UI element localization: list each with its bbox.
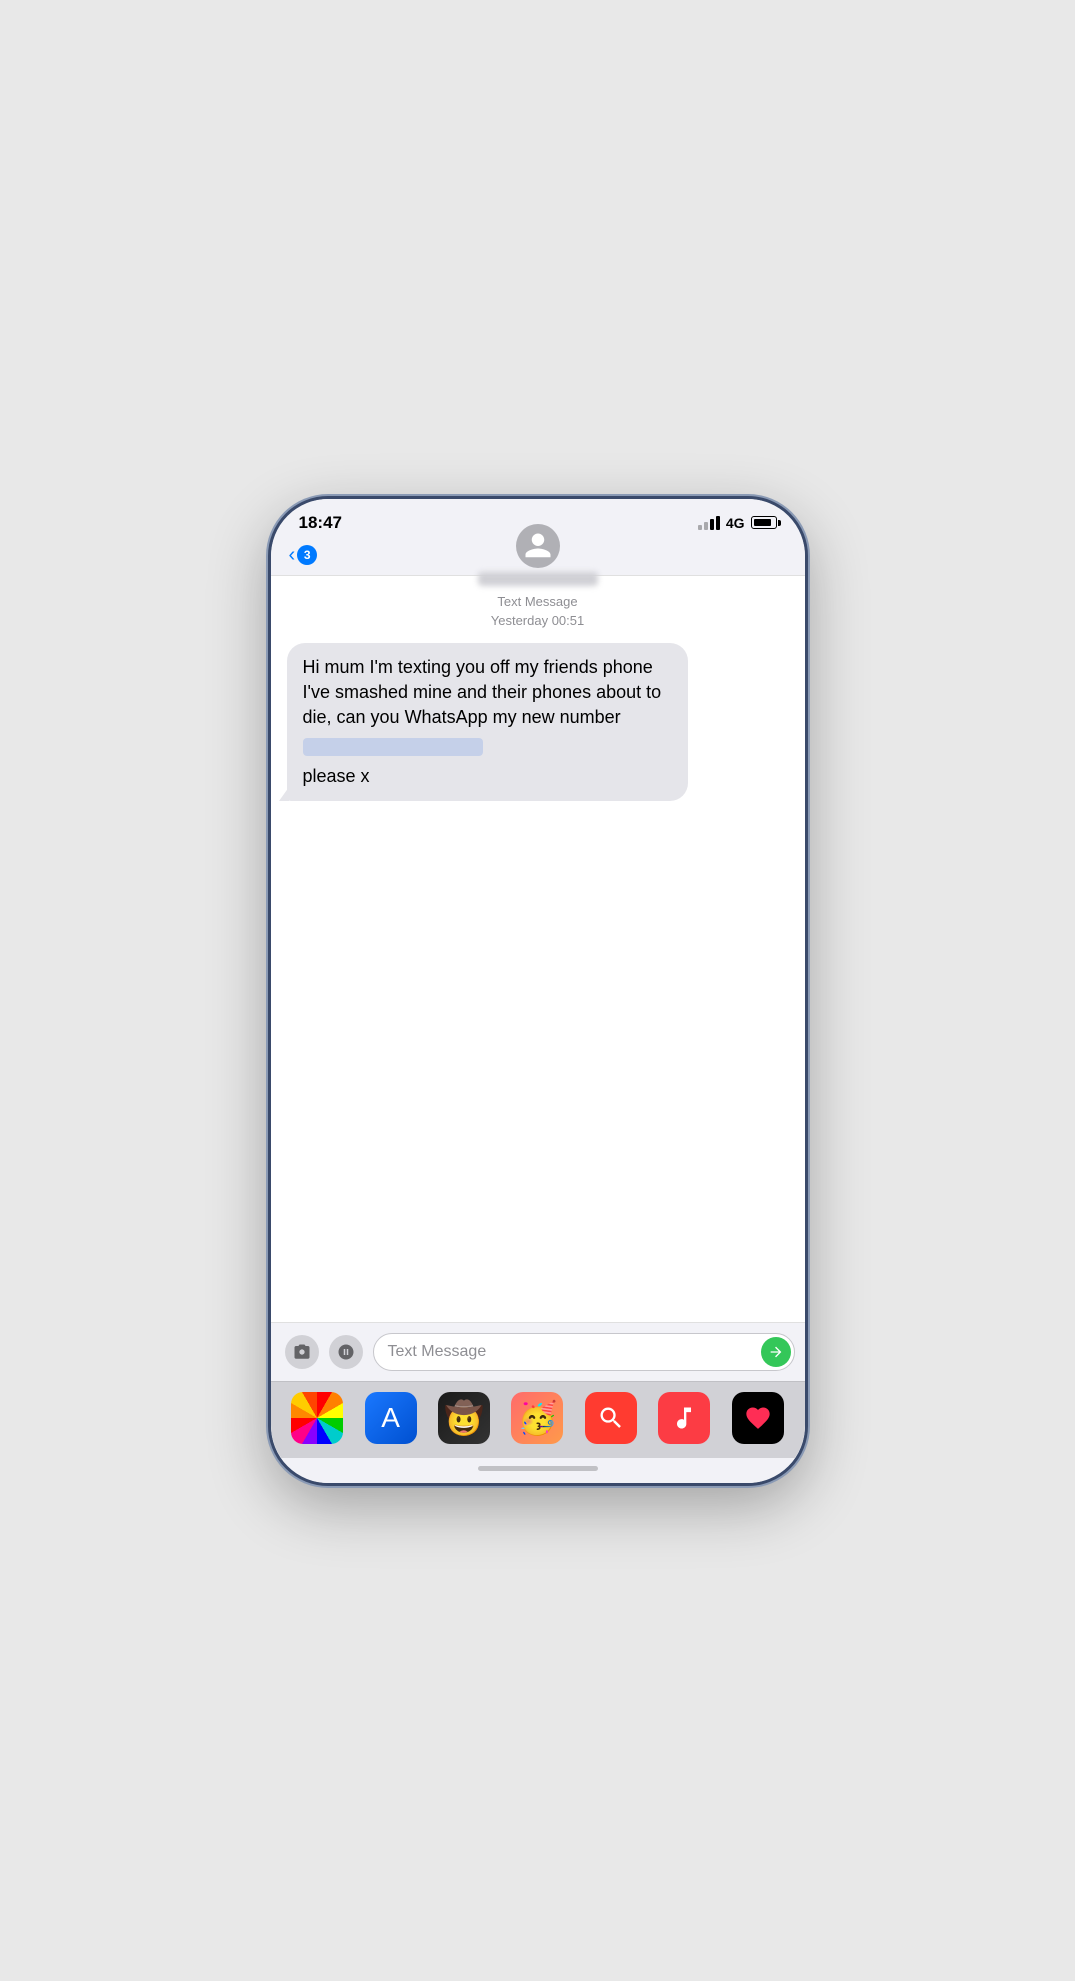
nav-bar: ‹ 3	[271, 539, 805, 576]
emoji-face: 🥳	[518, 1399, 558, 1437]
text-input[interactable]: Text Message	[373, 1333, 795, 1371]
battery-body	[751, 516, 777, 529]
app-icon-appstore[interactable]: A	[365, 1392, 417, 1444]
chevron-left-icon: ‹	[289, 545, 296, 565]
signal-bar-4	[716, 516, 720, 530]
message-type-label: Text Message	[497, 594, 577, 609]
battery-indicator	[751, 516, 777, 529]
phone-frame: 18:47 4G ‹ 3	[268, 496, 808, 1486]
redacted-number	[303, 738, 483, 756]
camera-icon	[293, 1343, 311, 1361]
message-time-label: Yesterday 00:51	[491, 613, 584, 628]
appstore-logo: A	[381, 1402, 400, 1434]
app-dock: A 🤠 🥳	[271, 1381, 805, 1458]
back-button[interactable]: ‹ 3	[289, 545, 318, 565]
contact-name	[478, 572, 598, 586]
appstore-small-icon	[337, 1343, 355, 1361]
message-text: Hi mum I'm texting you off my friends ph…	[303, 657, 662, 727]
signal-bar-3	[710, 519, 714, 530]
app-icon-emoji[interactable]: 🥳	[511, 1392, 563, 1444]
message-timestamp: Text Message Yesterday 00:51	[271, 576, 805, 643]
app-icon-heart[interactable]	[732, 1392, 784, 1444]
incoming-message-container: Hi mum I'm texting you off my friends ph…	[271, 643, 805, 822]
camera-button[interactable]	[285, 1335, 319, 1369]
nav-center	[478, 524, 598, 586]
app-icon-search[interactable]	[585, 1392, 637, 1444]
appstore-small-button[interactable]	[329, 1335, 363, 1369]
power-button[interactable]	[807, 749, 808, 829]
status-right: 4G	[698, 515, 777, 531]
contact-avatar[interactable]	[516, 524, 560, 568]
person-icon	[523, 531, 553, 561]
message-bubble[interactable]: Hi mum I'm texting you off my friends ph…	[287, 643, 689, 802]
send-arrow-icon	[768, 1344, 784, 1360]
back-badge: 3	[297, 545, 317, 565]
message-suffix: please x	[303, 766, 370, 786]
app-icon-music[interactable]	[658, 1392, 710, 1444]
volume-up-button[interactable]	[268, 739, 269, 799]
music-note-icon	[670, 1404, 698, 1432]
signal-bar-1	[698, 525, 702, 530]
app-icon-photos[interactable]	[291, 1392, 343, 1444]
memoji-emoji: 🤠	[444, 1399, 484, 1437]
home-indicator-area	[271, 1458, 805, 1483]
phone-screen: 18:47 4G ‹ 3	[271, 499, 805, 1483]
status-time: 18:47	[299, 513, 342, 533]
send-button[interactable]	[761, 1337, 791, 1367]
heart-icon	[744, 1404, 772, 1432]
signal-bar-2	[704, 522, 708, 530]
app-icon-memoji[interactable]: 🤠	[438, 1392, 490, 1444]
battery-fill	[754, 519, 771, 526]
text-input-wrapper: Text Message	[373, 1333, 791, 1371]
search-icon	[597, 1404, 625, 1432]
input-placeholder-text: Text Message	[388, 1343, 487, 1361]
volume-down-button[interactable]	[268, 814, 269, 874]
signal-bars	[698, 516, 720, 530]
home-bar[interactable]	[478, 1466, 598, 1471]
input-bar: Text Message	[271, 1322, 805, 1381]
message-area: Text Message Yesterday 00:51 Hi mum I'm …	[271, 576, 805, 1322]
network-type: 4G	[726, 515, 745, 531]
